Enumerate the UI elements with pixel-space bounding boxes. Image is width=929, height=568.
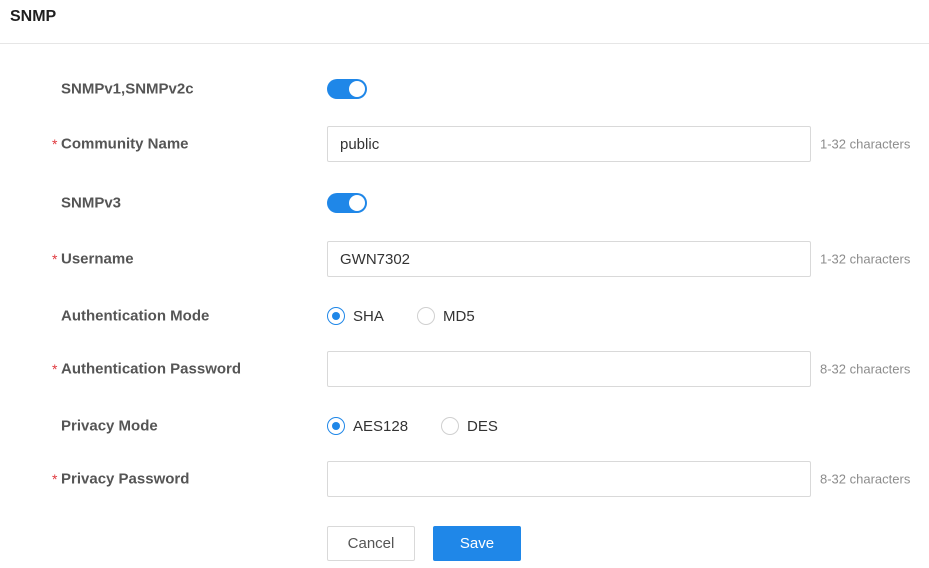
required-mark: * — [52, 251, 58, 267]
page-header: SNMP — [0, 0, 929, 44]
toggle-knob — [349, 81, 365, 97]
radio-circle — [327, 417, 345, 435]
auth-password-input[interactable] — [327, 351, 811, 387]
cancel-button[interactable]: Cancel — [327, 526, 415, 561]
radio-circle — [441, 417, 459, 435]
username-input[interactable] — [327, 241, 811, 277]
privacy-mode-label: Privacy Mode — [61, 417, 158, 435]
privacy-password-label: Privacy Password — [61, 470, 190, 488]
community-name-hint: 1-32 characters — [820, 136, 911, 152]
radio-circle — [327, 307, 345, 325]
snmpv1-v2c-label: SNMPv1,SNMPv2c — [61, 80, 194, 98]
username-label: Username — [61, 250, 134, 268]
community-name-input[interactable] — [327, 126, 811, 162]
auth-mode-md5-label: MD5 — [443, 307, 475, 325]
snmp-settings-page: SNMP SNMPv1,SNMPv2c * Community Name 1-3… — [0, 0, 929, 568]
radio-circle — [417, 307, 435, 325]
auth-mode-md5-radio[interactable]: MD5 — [417, 306, 475, 326]
username-hint: 1-32 characters — [820, 251, 911, 267]
auth-mode-sha-label: SHA — [353, 307, 384, 325]
privacy-mode-des-label: DES — [467, 417, 498, 435]
row-privacy-mode: Privacy Mode AES128 DES — [0, 408, 929, 444]
row-auth-password: * Authentication Password 8-32 character… — [0, 351, 929, 387]
required-mark: * — [52, 361, 58, 377]
auth-mode-label: Authentication Mode — [61, 307, 210, 325]
row-auth-mode: Authentication Mode SHA MD5 — [0, 298, 929, 334]
row-snmpv3: SNMPv3 — [0, 185, 929, 221]
auth-password-label: Authentication Password — [61, 360, 242, 378]
privacy-password-input[interactable] — [327, 461, 811, 497]
snmpv3-toggle[interactable] — [327, 193, 367, 213]
row-community-name: * Community Name 1-32 characters — [0, 126, 929, 162]
privacy-password-hint: 8-32 characters — [820, 471, 911, 487]
snmpv1-v2c-toggle[interactable] — [327, 79, 367, 99]
toggle-knob — [349, 195, 365, 211]
required-mark: * — [52, 136, 58, 152]
privacy-mode-aes128-label: AES128 — [353, 417, 409, 435]
row-snmpv1-v2c: SNMPv1,SNMPv2c — [0, 71, 929, 107]
privacy-mode-des-radio[interactable]: DES — [441, 416, 498, 436]
auth-password-hint: 8-32 characters — [820, 361, 911, 377]
row-privacy-password: * Privacy Password 8-32 characters — [0, 461, 929, 497]
required-mark: * — [52, 471, 58, 487]
auth-mode-sha-radio[interactable]: SHA — [327, 306, 384, 326]
privacy-mode-aes128-radio[interactable]: AES128 — [327, 416, 408, 436]
page-title: SNMP — [10, 8, 57, 25]
row-username: * Username 1-32 characters — [0, 241, 929, 277]
save-button[interactable]: Save — [433, 526, 521, 561]
snmpv3-label: SNMPv3 — [61, 194, 122, 212]
community-name-label: Community Name — [61, 135, 189, 153]
